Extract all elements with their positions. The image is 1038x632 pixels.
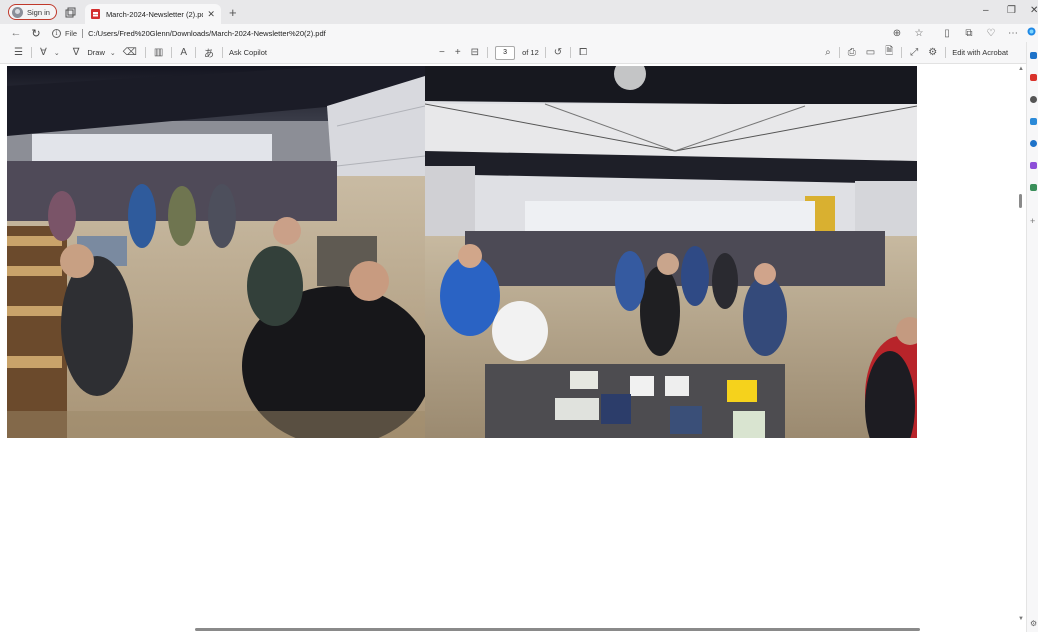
save-icon[interactable]: ▭: [861, 47, 880, 58]
pdf-viewport[interactable]: [0, 64, 1018, 628]
games-icon[interactable]: [1030, 74, 1037, 81]
horizontal-scroll-thumb[interactable]: [195, 628, 920, 631]
person-icon[interactable]: [1030, 96, 1037, 103]
sign-in-label: Sign in: [27, 7, 50, 17]
search-icon[interactable]: ⌕: [820, 47, 836, 58]
drop-icon[interactable]: [1030, 162, 1037, 169]
fit-page-icon[interactable]: ⊟: [466, 47, 484, 58]
tab-newsletter[interactable]: March-2024-Newsletter (2).pdf ✕: [84, 4, 221, 24]
vertical-scrollbar[interactable]: ▲ ▼: [1015, 64, 1026, 628]
pdf-page: [7, 66, 917, 440]
divider: [195, 47, 197, 58]
outlook-icon[interactable]: [1030, 52, 1037, 59]
url-divider: [82, 28, 84, 38]
tab-title: March-2024-Newsletter (2).pdf: [105, 9, 204, 19]
add-icon[interactable]: +: [1030, 217, 1037, 226]
zoom-icon[interactable]: ⊕: [886, 28, 908, 39]
more-menu-icon[interactable]: ⋯: [1002, 28, 1024, 39]
address-actions: ⊕ ☆ ▯ ⧉ ♡ ⋯: [886, 24, 1038, 42]
url-scheme: File: [65, 28, 78, 38]
minimize-icon[interactable]: –: [983, 5, 989, 16]
address-bar: ← ↻ i File C:/Users/Fred%20Glenn/Downloa…: [0, 24, 1038, 42]
scroll-up-icon[interactable]: ▲: [1018, 66, 1024, 72]
page-total: of 12: [522, 48, 539, 57]
avatar-icon: [12, 6, 23, 18]
divider: [30, 47, 32, 58]
back-icon[interactable]: ←: [6, 27, 26, 39]
pdf-toolbar: ☰ ∀ ⌄ ∇ Draw ⌄ ⌫ ▥ A あ Ask Copilot − + ⊟…: [0, 42, 1038, 64]
collections-icon[interactable]: ⧉: [958, 28, 980, 39]
divider: [171, 47, 173, 58]
copilot-icon[interactable]: [1024, 27, 1038, 39]
draw-dropdown-icon[interactable]: ⌄: [108, 49, 118, 57]
browser-essentials-icon[interactable]: ♡: [980, 28, 1002, 39]
edit-with-acrobat-button[interactable]: Edit with Acrobat: [949, 48, 1011, 57]
favorite-star-icon[interactable]: ☆: [908, 28, 930, 39]
refresh-icon[interactable]: ↻: [26, 27, 46, 40]
divider: [838, 47, 840, 58]
settings-gear-icon[interactable]: ⚙: [923, 47, 942, 58]
ask-copilot-button[interactable]: Ask Copilot: [226, 48, 270, 57]
page-view-icon[interactable]: ▥: [149, 47, 168, 58]
title-bar: Sign in March-2024-Newsletter (2).pdf ✕ …: [0, 0, 1038, 24]
new-tab-icon[interactable]: +: [229, 5, 237, 20]
zoom-in-icon[interactable]: +: [450, 47, 466, 58]
save-as-icon[interactable]: 🗎: [880, 44, 898, 61]
divider: [570, 47, 572, 58]
translate-icon[interactable]: あ: [199, 45, 219, 60]
two-page-icon[interactable]: ⧠: [574, 47, 592, 58]
zoom-out-icon[interactable]: −: [434, 47, 450, 58]
divider: [544, 47, 546, 58]
read-aloud-icon[interactable]: A: [175, 47, 192, 58]
info-icon[interactable]: i: [52, 28, 61, 38]
divider: [945, 47, 947, 58]
divider: [487, 47, 489, 58]
fullscreen-icon[interactable]: ⤢: [905, 47, 923, 58]
highlight-dropdown-icon[interactable]: ⌄: [52, 49, 62, 57]
copilot-icon[interactable]: [1030, 140, 1037, 147]
scroll-down-icon[interactable]: ▼: [1018, 616, 1024, 622]
rotate-icon[interactable]: ↺: [549, 47, 567, 58]
draw-icon[interactable]: ∇: [68, 47, 85, 58]
divider: [222, 47, 224, 58]
sign-in-button[interactable]: Sign in: [8, 4, 57, 20]
close-window-icon[interactable]: ✕: [1030, 5, 1038, 16]
eraser-icon[interactable]: ⌫: [118, 47, 142, 58]
draw-label[interactable]: Draw: [84, 48, 108, 57]
split-screen-icon[interactable]: ▯: [936, 28, 958, 39]
page-number-input[interactable]: 3: [495, 45, 516, 60]
sidebar-settings-icon[interactable]: ⚙: [1030, 620, 1037, 628]
contents-icon[interactable]: ☰: [9, 47, 28, 58]
highlight-icon[interactable]: ∀: [35, 47, 52, 58]
horizontal-scrollbar[interactable]: [0, 626, 1026, 632]
divider: [901, 47, 903, 58]
tab-close-icon[interactable]: ✕: [207, 9, 215, 20]
restore-icon[interactable]: ❐: [1007, 5, 1016, 16]
url-box[interactable]: i File C:/Users/Fred%20Glenn/Downloads/M…: [52, 26, 326, 40]
edge-sidebar: + ⚙: [1026, 42, 1038, 632]
tools-icon[interactable]: [1030, 184, 1037, 191]
swap-meet-photo-left: [7, 66, 425, 438]
office-icon[interactable]: [1030, 118, 1037, 125]
vertical-scroll-thumb[interactable]: [1019, 194, 1022, 208]
swap-meet-photo-right: [425, 66, 917, 438]
workspaces-icon[interactable]: [63, 4, 79, 20]
url-text[interactable]: C:/Users/Fred%20Glenn/Downloads/March-20…: [88, 29, 326, 38]
divider: [144, 47, 146, 58]
pdf-file-icon: [90, 9, 100, 19]
print-icon[interactable]: ⎙: [843, 47, 861, 58]
